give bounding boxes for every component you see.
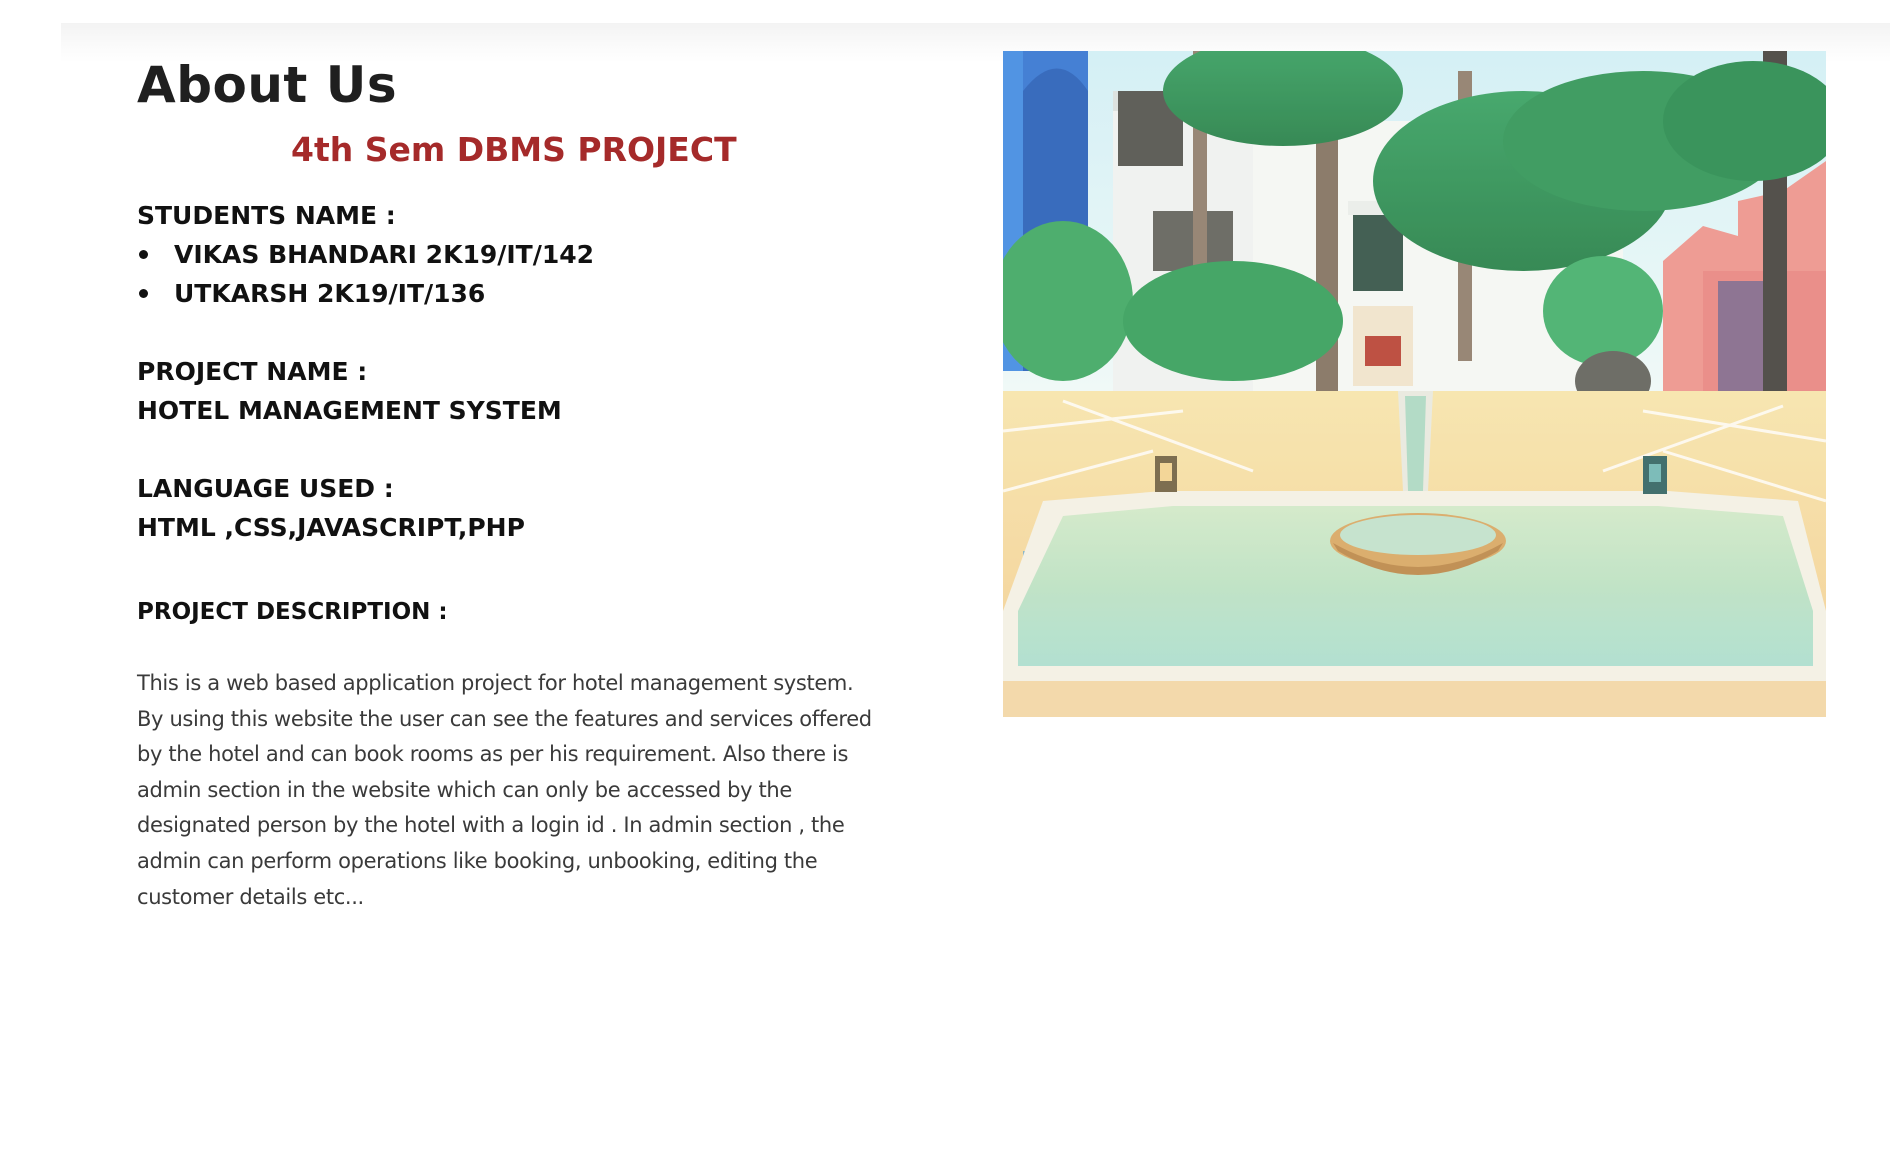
project-label: PROJECT NAME : <box>137 357 368 386</box>
bullet-icon <box>139 250 148 259</box>
students-label: STUDENTS NAME : <box>137 201 396 230</box>
courtyard-illustration <box>1003 51 1826 717</box>
hotel-courtyard-image <box>1003 51 1826 717</box>
student-name: VIKAS BHANDARI 2K19/IT/142 <box>174 240 595 269</box>
language-value: HTML ,CSS,JAVASCRIPT,PHP <box>137 513 525 542</box>
description-section: PROJECT DESCRIPTION : <box>137 596 448 628</box>
bullet-icon <box>139 289 148 298</box>
students-section: STUDENTS NAME : VIKAS BHANDARI 2K19/IT/1… <box>137 196 594 313</box>
language-label: LANGUAGE USED : <box>137 474 394 503</box>
description-body: This is a web based application project … <box>137 666 877 915</box>
student-item: VIKAS BHANDARI 2K19/IT/142 <box>137 235 594 274</box>
description-label: PROJECT DESCRIPTION : <box>137 599 448 625</box>
project-section: PROJECT NAME : HOTEL MANAGEMENT SYSTEM <box>137 352 562 430</box>
language-section: LANGUAGE USED : HTML ,CSS,JAVASCRIPT,PHP <box>137 469 525 547</box>
students-list: VIKAS BHANDARI 2K19/IT/142 UTKARSH 2K19/… <box>137 235 594 313</box>
student-item: UTKARSH 2K19/IT/136 <box>137 274 594 313</box>
student-name: UTKARSH 2K19/IT/136 <box>174 279 486 308</box>
project-subtitle: 4th Sem DBMS PROJECT <box>291 130 737 169</box>
description-text: This is a web based application project … <box>137 671 872 909</box>
page-title: About Us <box>137 56 398 114</box>
project-value: HOTEL MANAGEMENT SYSTEM <box>137 396 562 425</box>
about-section: About Us 4th Sem DBMS PROJECT STUDENTS N… <box>137 50 897 909</box>
